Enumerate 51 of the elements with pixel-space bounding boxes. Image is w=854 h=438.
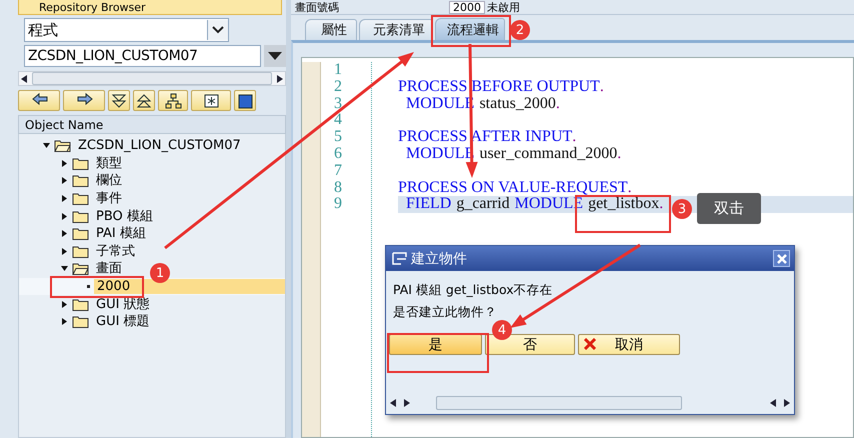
tab[interactable]: 流程邏輯	[435, 18, 505, 40]
dialog-message: PAI 模組 get_listbox不存在	[393, 280, 553, 299]
code-token: PROCESS ON VALUE-REQUEST	[398, 180, 628, 196]
code-token: .	[572, 129, 576, 146]
code-token: g_carrid	[456, 196, 510, 214]
code-token: .	[628, 180, 632, 196]
line-number: 2	[333, 78, 343, 96]
code-token: PROCESS BEFORE OUTPUT	[398, 78, 600, 96]
tree-item[interactable]: 畫面	[93, 261, 125, 276]
line-number: 4	[333, 112, 343, 130]
tree-item[interactable]: 類型	[93, 156, 125, 171]
tree-item[interactable]: 2000	[94, 279, 285, 294]
dialog-button[interactable]: 否	[485, 334, 575, 355]
code-token: .	[617, 146, 622, 163]
column-header: Object Name	[18, 115, 286, 134]
tooltip-note: 双击	[697, 193, 761, 224]
tree-item[interactable]: GUI 狀態	[93, 296, 153, 312]
code-token: get_listbox	[588, 196, 660, 214]
tab[interactable]: 屬性	[305, 19, 357, 40]
tree-item[interactable]: PBO 模組	[93, 208, 156, 224]
browser-title: Repository Browser	[39, 0, 146, 14]
line-number: 6	[333, 146, 343, 163]
cancel-button[interactable]: 取消	[578, 334, 680, 355]
tree-item[interactable]: PAI 模組	[93, 226, 149, 242]
line-number: 8	[333, 180, 343, 196]
line-number: 3	[333, 96, 343, 112]
status-text: 未啟用	[487, 0, 520, 14]
step-badge: 2	[510, 20, 530, 40]
code-token: .	[600, 78, 604, 96]
tab[interactable]: 元素清單	[359, 19, 433, 40]
code-token: status_2000	[479, 96, 556, 112]
object-name-field[interactable]: ZCSDN_LION_CUSTOM07	[24, 45, 262, 67]
screen-number-field: 2000	[449, 0, 485, 14]
tree-item[interactable]: GUI 標題	[93, 314, 153, 330]
object-type-dropdown[interactable]: 程式	[24, 18, 229, 42]
field-label: 畫面號碼	[295, 0, 339, 14]
line-number: 9	[333, 196, 343, 214]
dialog-button[interactable]: 是	[389, 334, 482, 355]
dialog-title: 建立物件	[392, 250, 467, 268]
tree-item[interactable]: 欄位	[93, 173, 125, 188]
tree-item[interactable]: ZCSDN_LION_CUSTOM07	[75, 138, 244, 154]
line-number: 1	[333, 62, 343, 79]
line-number: 7	[333, 162, 343, 180]
code-token: .	[659, 196, 664, 214]
code-token: .	[556, 96, 560, 112]
code-token: user_command_2000	[479, 146, 618, 163]
dialog-message: 是否建立此物件？	[393, 302, 497, 320]
tree-item[interactable]: 事件	[93, 191, 125, 206]
code-token: FIELD	[406, 196, 452, 214]
tree-item[interactable]: 子常式	[93, 244, 138, 259]
line-number: 5	[333, 129, 343, 146]
